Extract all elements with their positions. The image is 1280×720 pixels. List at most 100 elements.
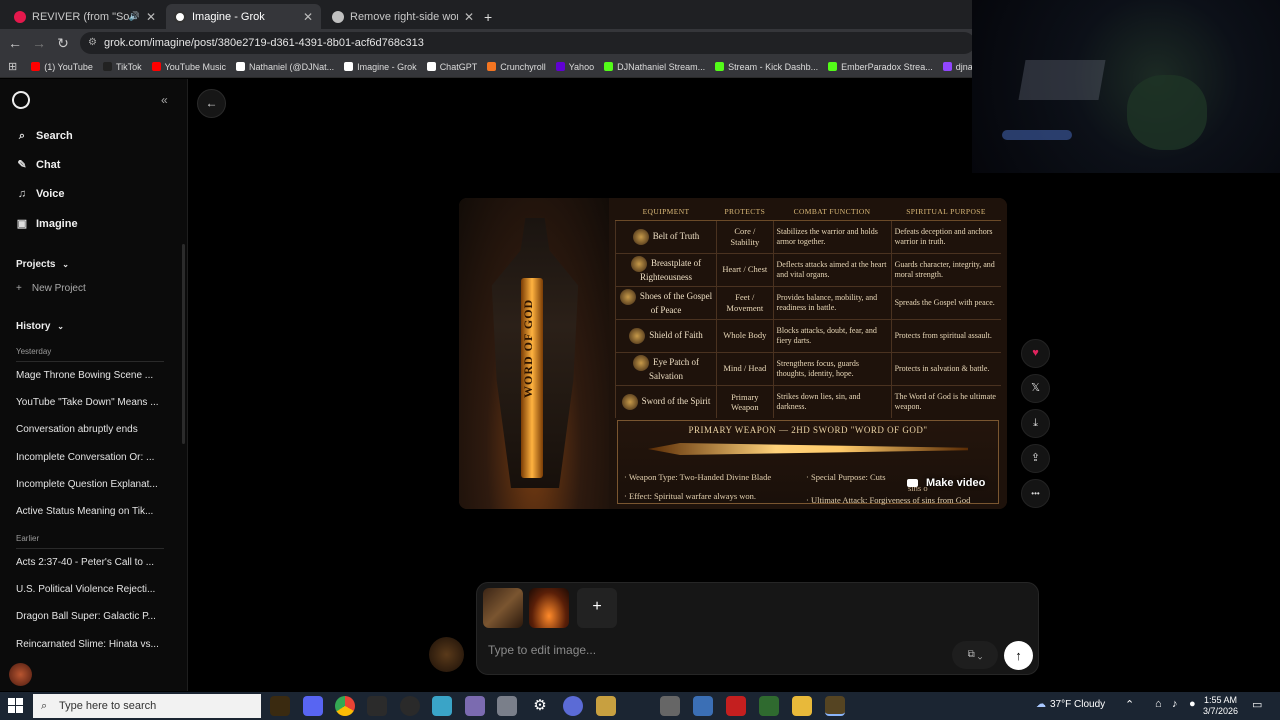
attachment-thumbnail-table[interactable] xyxy=(483,588,523,628)
site-info-icon[interactable]: ⚙ xyxy=(88,32,97,54)
image-source-avatar[interactable] xyxy=(429,637,464,672)
tab-imagine-grok[interactable]: Imagine - Grok ✕ xyxy=(166,4,321,29)
history-item[interactable]: Incomplete Question Explanat... xyxy=(16,479,166,490)
bookmark-item[interactable]: Stream - Kick Dashb... xyxy=(715,62,818,72)
history-item[interactable]: Incomplete Conversation Or: ... xyxy=(16,452,166,463)
windows-start-icon[interactable] xyxy=(8,698,24,714)
make-video-button[interactable]: Make video xyxy=(907,474,985,492)
table-cell: Primary Weapon xyxy=(716,384,774,418)
file-explorer-icon[interactable] xyxy=(792,696,812,716)
history-toggle[interactable]: History ⌄ xyxy=(16,321,64,332)
volume-icon[interactable]: ♪ xyxy=(1172,698,1178,710)
collapse-sidebar-icon[interactable]: « xyxy=(161,93,168,107)
mode-selector[interactable]: ⧉ ⌄ xyxy=(952,641,998,669)
bookmark-item[interactable]: Crunchyroll xyxy=(487,62,546,72)
app-icon[interactable] xyxy=(759,696,779,716)
tray-overflow-icon[interactable]: ⌃ xyxy=(1125,698,1134,711)
cell-text: Provides balance, mobility, and readines… xyxy=(776,292,878,312)
history-item[interactable]: Mage Throne Bowing Scene ... xyxy=(16,370,166,381)
table-cell: Mind / Head xyxy=(716,351,774,385)
edit-prompt-input[interactable]: Type to edit image... xyxy=(488,643,596,657)
notifications-icon[interactable]: ▭ xyxy=(1252,698,1262,711)
reload-icon[interactable]: ↻ xyxy=(54,34,72,52)
weather-widget[interactable]: ☁ 37°F Cloudy xyxy=(1036,699,1105,710)
bookmark-item[interactable]: (1) YouTube xyxy=(31,62,93,72)
speaker-icon[interactable]: 🔊 xyxy=(129,11,140,22)
settings-icon[interactable]: ⚙ xyxy=(530,696,550,716)
bookmark-item[interactable]: TikTok xyxy=(102,62,142,72)
close-tab-icon[interactable]: ✕ xyxy=(146,10,156,24)
new-tab-button[interactable]: + xyxy=(484,4,504,29)
obs-icon[interactable] xyxy=(400,696,420,716)
forward-icon[interactable]: → xyxy=(30,34,48,52)
table-row: Shoes of the Gospel of Peace Feet / Movem… xyxy=(614,285,1001,319)
back-icon[interactable]: ← xyxy=(6,34,24,52)
nav-chat[interactable]: ✎ Chat xyxy=(16,159,60,171)
app-icon[interactable] xyxy=(465,696,485,716)
network-icon[interactable]: ⌂ xyxy=(1155,698,1162,710)
generated-image[interactable]: WORD OF GOD EQUIPMENT PROTECTS COMBAT FUNC… xyxy=(459,198,1007,509)
grok-logo-icon[interactable] xyxy=(8,87,34,113)
history-item[interactable]: Reincarnated Slime: Hinata vs... xyxy=(16,639,166,650)
bookmark-item[interactable]: ChatGPT xyxy=(426,62,477,72)
bookmark-item[interactable]: DJNathaniel Stream... xyxy=(604,62,705,72)
table-cell: Stabilizes the warrior and holds armor t… xyxy=(772,219,892,253)
weapon-type: Weapon Type: Two-Handed Divine Blade xyxy=(628,472,772,482)
nav-voice[interactable]: ♫ Voice xyxy=(16,188,65,200)
taskbar-search[interactable]: ⌕ Type here to search xyxy=(33,694,261,718)
amd-icon[interactable] xyxy=(726,696,746,716)
send-button[interactable]: ↑ xyxy=(1004,641,1033,670)
app-icon[interactable] xyxy=(432,696,452,716)
app-icon[interactable] xyxy=(563,696,583,716)
bookmark-item[interactable]: YouTube Music xyxy=(151,62,226,72)
history-item[interactable]: Conversation abruptly ends xyxy=(16,424,166,435)
microphone-icon[interactable]: ● xyxy=(1189,698,1196,710)
table-cell: Whole Body xyxy=(716,318,774,352)
calculator-icon[interactable] xyxy=(693,696,713,716)
armor-piece-icon xyxy=(621,393,638,410)
tab-remove-words[interactable]: Remove right-side words ✕ xyxy=(324,4,482,29)
close-tab-icon[interactable]: ✕ xyxy=(464,10,474,24)
download-button[interactable]: ⤓ xyxy=(1021,409,1050,438)
more-button[interactable]: ••• xyxy=(1021,479,1050,508)
bookmark-favicon-icon xyxy=(555,62,565,71)
like-button[interactable]: ♥ xyxy=(1021,339,1050,368)
table-cell: Protects from spiritual assault. xyxy=(890,318,1001,352)
share-x-button[interactable]: 𝕏 xyxy=(1021,374,1050,403)
app-icon[interactable] xyxy=(596,696,616,716)
sidebar-scrollbar[interactable] xyxy=(182,244,185,444)
apps-icon[interactable]: ⊞ xyxy=(8,60,17,73)
app-icon[interactable] xyxy=(825,696,845,716)
system-clock[interactable]: 1:55 AM 3/7/2026 xyxy=(1203,695,1238,717)
bookmark-item[interactable]: Yahoo xyxy=(555,62,594,72)
bookmark-label: DJNathaniel Stream... xyxy=(617,61,706,72)
nav-imagine[interactable]: ▣ Imagine xyxy=(16,218,78,230)
bookmark-favicon-icon xyxy=(604,62,614,71)
share-button[interactable]: ⇪ xyxy=(1021,444,1050,473)
history-item[interactable]: Dragon Ball Super: Galactic P... xyxy=(16,611,166,622)
new-project-button[interactable]: + New Project xyxy=(16,283,166,294)
tab-reviver[interactable]: REVIVER (from "Solo Leveli 🔊 ✕ xyxy=(6,4,164,29)
chrome-icon[interactable] xyxy=(335,696,355,716)
attachment-thumbnail-warrior[interactable] xyxy=(529,588,569,628)
nav-search[interactable]: ⌕ Search xyxy=(16,130,73,142)
back-button[interactable]: ← xyxy=(197,89,226,118)
discord-icon[interactable] xyxy=(303,696,323,716)
close-tab-icon[interactable]: ✕ xyxy=(303,10,313,24)
grok-icon xyxy=(174,10,186,23)
user-avatar[interactable] xyxy=(9,663,32,686)
history-item[interactable]: U.S. Political Violence Rejecti... xyxy=(16,584,166,595)
url-input[interactable]: ⚙ grok.com/imagine/post/380e2719-d361-43… xyxy=(80,32,975,54)
add-attachment-button[interactable]: + xyxy=(577,588,617,628)
history-item[interactable]: Active Status Meaning on Tik... xyxy=(16,506,166,517)
bookmark-item[interactable]: Imagine - Grok xyxy=(344,62,417,72)
xbox-app-icon[interactable] xyxy=(367,696,387,716)
bookmark-item[interactable]: EmberParadox Strea... xyxy=(828,62,933,72)
app-icon[interactable] xyxy=(660,696,680,716)
history-item[interactable]: YouTube "Take Down" Means ... xyxy=(16,397,166,408)
app-icon[interactable] xyxy=(497,696,517,716)
projects-toggle[interactable]: Projects ⌄ xyxy=(16,259,69,270)
runescape-icon[interactable] xyxy=(270,696,290,716)
history-item[interactable]: Acts 2:37-40 - Peter's Call to ... xyxy=(16,557,166,568)
bookmark-item[interactable]: Nathaniel (@DJNat... xyxy=(235,62,334,72)
